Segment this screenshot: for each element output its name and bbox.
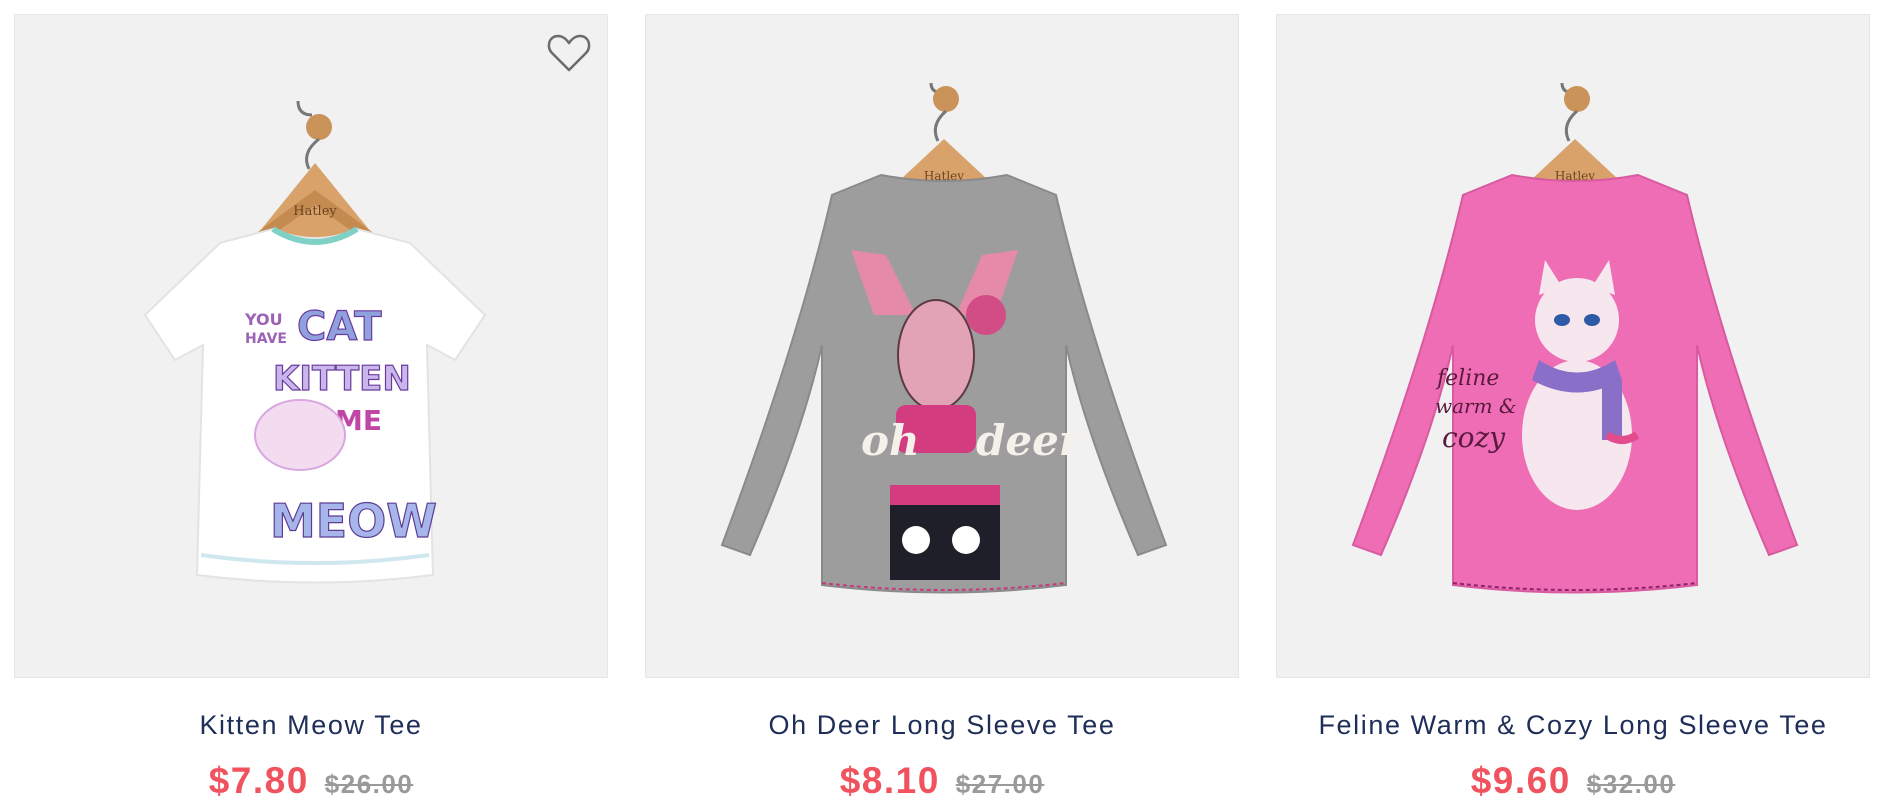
wishlist-button[interactable] [541, 25, 597, 81]
product-photo: Hatley YOU HAVE CAT KITTEN ME MEOW [143, 100, 487, 584]
hanger-icon: Hatley [1517, 82, 1633, 193]
product-name[interactable]: Kitten Meow Tee [199, 708, 422, 742]
product-name[interactable]: Oh Deer Long Sleeve Tee [768, 708, 1115, 742]
svg-text:cozy: cozy [1442, 421, 1506, 454]
svg-text:deer: deer [976, 416, 1084, 465]
product-image-oh-deer-tee[interactable]: Hatley oh deer [645, 14, 1239, 678]
original-price: $27.00 [955, 769, 1045, 799]
price-row: $8.10 $27.00 [840, 760, 1045, 802]
svg-text:warm &: warm & [1435, 394, 1517, 418]
product-photo: Hatley oh deer [720, 82, 1168, 594]
svg-text:KITTEN: KITTEN [273, 359, 411, 399]
svg-text:oh: oh [861, 416, 920, 465]
svg-text:CAT: CAT [297, 304, 382, 350]
sale-price: $8.10 [839, 760, 940, 801]
product-grid: Hatley YOU HAVE CAT KITTEN ME MEOW Kitte… [14, 14, 1870, 802]
price-row: $7.80 $26.00 [209, 760, 414, 802]
product-image-kitten-meow-tee[interactable]: Hatley YOU HAVE CAT KITTEN ME MEOW [14, 14, 608, 678]
heart-outline-icon [547, 34, 591, 72]
hanger-icon: Hatley [240, 100, 390, 251]
product-card: Hatley oh deer Oh Deer Long Sleeve Tee $… [645, 14, 1239, 802]
hanger-icon: Hatley [886, 82, 1002, 193]
product-card: Hatley feline warm & cozy Feline Warm & … [1276, 14, 1870, 802]
original-price: $26.00 [324, 769, 414, 799]
svg-text:HAVE: HAVE [245, 331, 287, 347]
product-image-feline-tee[interactable]: Hatley feline warm & cozy [1276, 14, 1870, 678]
product-photo: Hatley feline warm & cozy [1351, 82, 1799, 594]
svg-text:MEOW: MEOW [270, 494, 437, 548]
price-row: $9.60 $32.00 [1471, 760, 1676, 802]
sale-price: $7.80 [208, 760, 309, 801]
product-card: Hatley YOU HAVE CAT KITTEN ME MEOW Kitte… [14, 14, 608, 802]
svg-text:feline: feline [1435, 366, 1499, 391]
original-price: $32.00 [1586, 769, 1676, 799]
svg-text:YOU: YOU [244, 310, 283, 329]
sale-price: $9.60 [1470, 760, 1571, 801]
product-name[interactable]: Feline Warm & Cozy Long Sleeve Tee [1318, 708, 1827, 742]
svg-text:Hatley: Hatley [293, 204, 337, 219]
